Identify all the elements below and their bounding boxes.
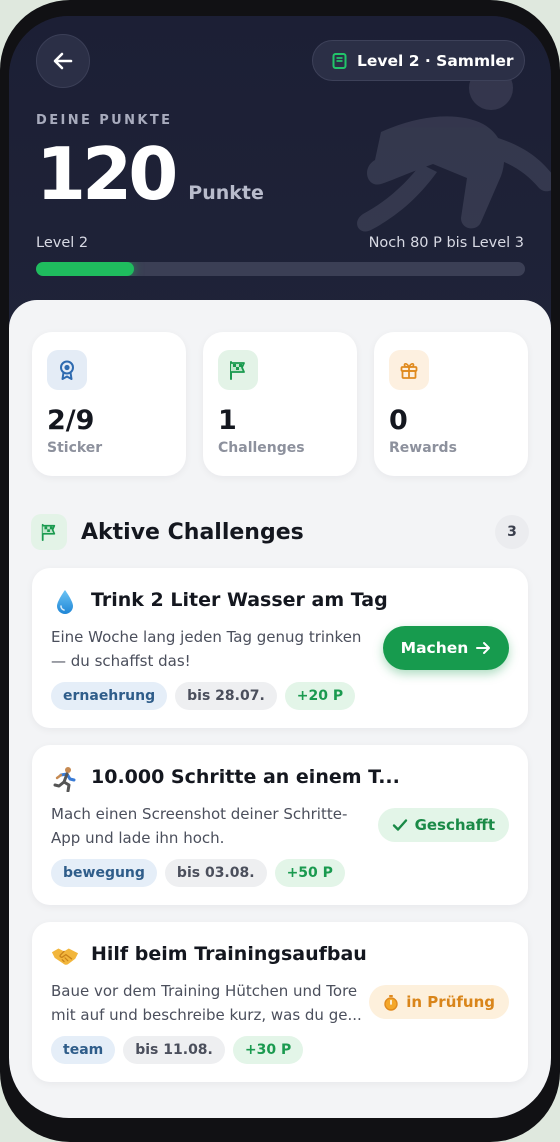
gift-icon bbox=[389, 350, 429, 390]
status-badge-review: in Prüfung bbox=[369, 985, 509, 1019]
stat-card-sticker[interactable]: 2/9 Sticker bbox=[32, 332, 186, 476]
challenge-title: Trink 2 Liter Wasser am Tag bbox=[91, 589, 388, 611]
challenge-tags: bewegung bis 03.08. +50 P bbox=[51, 859, 345, 887]
runner-icon bbox=[51, 765, 79, 793]
points-tag: +20 P bbox=[284, 682, 356, 710]
handshake-icon bbox=[51, 942, 79, 970]
category-tag: bewegung bbox=[51, 859, 157, 887]
challenge-description: Baue vor dem Training Hütchen und Tore m… bbox=[51, 982, 362, 1024]
deadline-tag: bis 28.07. bbox=[175, 682, 277, 710]
deadline-tag: bis 03.08. bbox=[164, 859, 267, 887]
stat-label: Rewards bbox=[389, 440, 457, 456]
flag-icon bbox=[31, 514, 67, 550]
level-progress-bar bbox=[36, 262, 525, 276]
arrow-right-icon bbox=[476, 642, 491, 654]
current-level-label: Level 2 bbox=[36, 235, 89, 251]
category-tag: ernaehrung bbox=[51, 682, 168, 710]
challenge-description: Mach einen Screenshot deiner Schritte-Ap… bbox=[51, 805, 348, 847]
stat-value: 0 bbox=[389, 405, 408, 436]
challenge-card[interactable]: Hilf beim Trainingsaufbau Baue vor dem T… bbox=[32, 922, 528, 1082]
deadline-tag: bis 11.08. bbox=[123, 1036, 225, 1064]
category-tag: team bbox=[51, 1036, 116, 1064]
stat-label: Challenges bbox=[218, 440, 305, 456]
level-progress-fill bbox=[36, 262, 134, 276]
stat-card-challenges[interactable]: 1 Challenges bbox=[203, 332, 357, 476]
challenge-description: Eine Woche lang jeden Tag genug trinken … bbox=[51, 628, 362, 670]
stat-label: Sticker bbox=[47, 440, 103, 456]
challenge-count-badge: 3 bbox=[495, 515, 529, 549]
level-badge[interactable]: Level 2 · Sammler bbox=[312, 40, 525, 81]
challenge-title: 10.000 Schritte an einem T... bbox=[91, 766, 400, 788]
flag-icon bbox=[218, 350, 258, 390]
content-sheet: 2/9 Sticker 1 Challenges 0 Rewards Aktiv… bbox=[9, 300, 551, 1118]
points-value: 120 bbox=[36, 132, 178, 216]
arrow-left-icon bbox=[53, 52, 73, 70]
back-button[interactable] bbox=[36, 34, 90, 88]
button-label: Machen bbox=[400, 639, 469, 657]
next-level-text: Noch 80 P bis Level 3 bbox=[368, 235, 524, 251]
stopwatch-icon bbox=[384, 994, 398, 1011]
do-challenge-button[interactable]: Machen bbox=[383, 626, 509, 670]
water-drop-icon bbox=[51, 588, 79, 616]
phone-frame: Level 2 · Sammler DEINE PUNKTE 120 Punkt… bbox=[0, 0, 560, 1142]
points-header: Level 2 · Sammler DEINE PUNKTE 120 Punkt… bbox=[9, 16, 551, 326]
app-screen: Level 2 · Sammler DEINE PUNKTE 120 Punkt… bbox=[9, 16, 551, 1118]
section-title: Aktive Challenges bbox=[81, 519, 304, 545]
stat-value: 2/9 bbox=[47, 405, 95, 436]
points-eyebrow: DEINE PUNKTE bbox=[36, 113, 173, 128]
status-badge-done: Geschafft bbox=[377, 808, 509, 842]
challenge-tags: ernaehrung bis 28.07. +20 P bbox=[51, 682, 356, 710]
level-badge-label: Level 2 · Sammler bbox=[357, 51, 514, 70]
status-label: Geschafft bbox=[414, 816, 495, 834]
challenges-section-header: Aktive Challenges 3 bbox=[31, 514, 529, 550]
book-icon bbox=[332, 52, 347, 69]
challenge-card[interactable]: Trink 2 Liter Wasser am Tag Eine Woche l… bbox=[32, 568, 528, 728]
award-icon bbox=[47, 350, 87, 390]
status-label: in Prüfung bbox=[406, 993, 495, 1011]
challenge-tags: team bis 11.08. +30 P bbox=[51, 1036, 304, 1064]
stat-value: 1 bbox=[218, 405, 237, 436]
points-tag: +30 P bbox=[232, 1036, 304, 1064]
checkmark-icon bbox=[392, 819, 407, 831]
points-tag: +50 P bbox=[274, 859, 345, 887]
points-unit: Punkte bbox=[188, 182, 264, 204]
runner-watermark-icon bbox=[357, 66, 551, 232]
points-display: 120 Punkte bbox=[36, 131, 264, 217]
challenge-title: Hilf beim Trainingsaufbau bbox=[91, 943, 367, 965]
stat-card-rewards[interactable]: 0 Rewards bbox=[374, 332, 528, 476]
challenge-card[interactable]: 10.000 Schritte an einem T... Mach einen… bbox=[32, 745, 528, 905]
